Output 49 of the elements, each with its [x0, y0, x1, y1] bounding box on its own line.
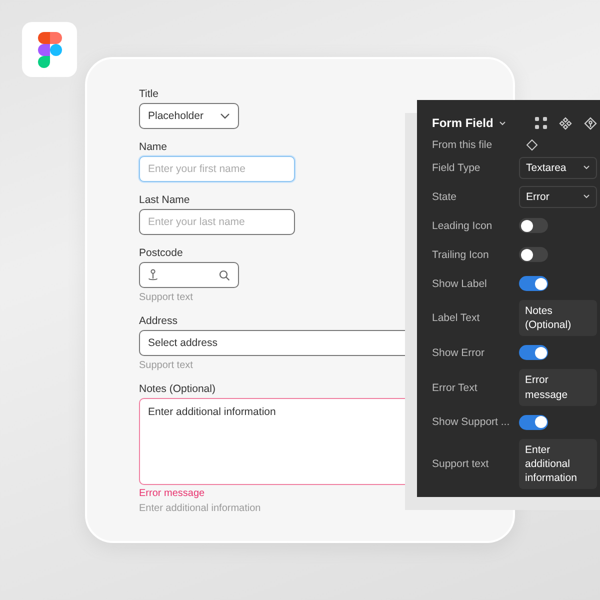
figma-logo-icon — [22, 22, 77, 77]
address-select[interactable]: Select address — [139, 330, 405, 356]
diamond-pin-icon[interactable] — [584, 116, 597, 130]
property-label: Support text — [432, 458, 490, 470]
field-label: Title — [139, 88, 158, 100]
caret-icon — [583, 165, 590, 170]
property-text-field[interactable]: Error message — [519, 369, 597, 406]
caret-icon — [583, 194, 590, 199]
property-label: Show Support ... — [432, 416, 511, 428]
toggle-switch[interactable] — [519, 345, 548, 360]
chevron-icon — [220, 113, 230, 119]
property-text-field[interactable]: Enter additional information — [519, 438, 597, 490]
toggle-switch[interactable] — [519, 218, 548, 233]
toggle-switch[interactable] — [519, 276, 548, 291]
field-label: Last Name — [139, 194, 190, 206]
support-text: Enter additional information — [139, 503, 261, 514]
toggle-switch[interactable] — [519, 247, 548, 262]
source-label: From this file — [432, 139, 494, 151]
property-label: Trailing Icon — [432, 248, 490, 260]
property-label: Label Text — [432, 312, 481, 324]
field-label: Notes (Optional) — [139, 383, 216, 395]
field-label: Address — [139, 315, 178, 327]
support-text: Support text — [139, 360, 193, 371]
support-text: Support text — [139, 292, 193, 303]
error-message: Error message — [139, 488, 205, 499]
search-icon — [219, 270, 230, 280]
pin-icon — [148, 269, 158, 281]
title-select[interactable]: Placeholder — [139, 103, 239, 129]
property-label: Leading Icon — [432, 220, 494, 232]
postcode-input[interactable] — [139, 262, 239, 288]
property-label: Error Text — [432, 382, 478, 394]
last-name-input[interactable]: Enter your last name — [139, 209, 295, 235]
caret-icon[interactable] — [499, 120, 506, 126]
toggle-switch[interactable] — [519, 414, 548, 430]
grid-icon[interactable] — [535, 117, 547, 129]
notes-textarea[interactable]: Enter additional information — [139, 398, 405, 485]
property-label: Show Error — [432, 346, 486, 359]
panel-title: Form Field — [432, 116, 494, 130]
property-text-field[interactable]: Notes (Optional) — [519, 300, 597, 336]
field-label: Postcode — [139, 247, 183, 259]
first-name-input[interactable]: Enter your first name — [139, 156, 295, 182]
field-label: Name — [139, 141, 168, 153]
diamond-icon — [526, 139, 538, 151]
property-select[interactable]: Error — [519, 186, 597, 208]
property-label: State — [432, 190, 458, 202]
property-select[interactable]: Textarea — [519, 156, 597, 178]
property-label: Field Type — [432, 162, 482, 174]
component-icon[interactable] — [559, 116, 572, 130]
property-label: Show Label — [432, 278, 488, 290]
